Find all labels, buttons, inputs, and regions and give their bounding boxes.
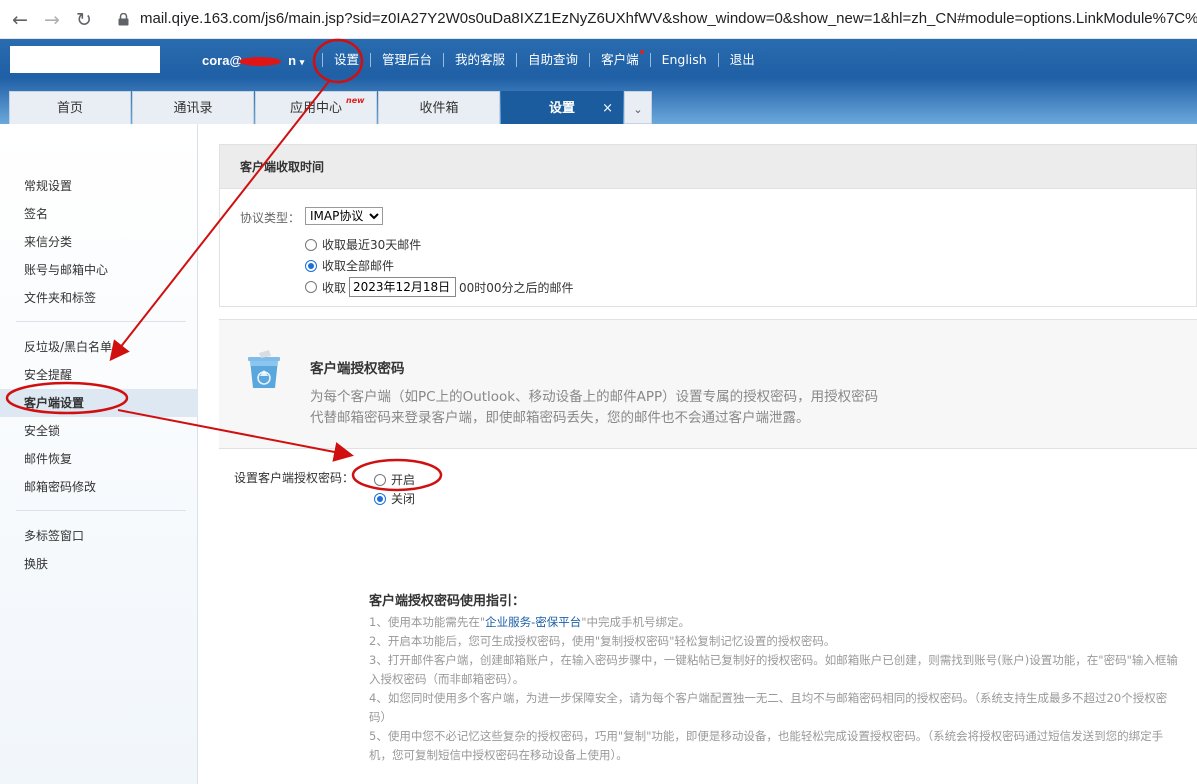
tab-home[interactable]: 首页 <box>9 91 131 124</box>
sidebar-item-security-lock[interactable]: 安全锁 <box>0 417 198 445</box>
reload-icon[interactable]: ↻ <box>72 8 96 32</box>
chevron-down-icon[interactable]: ⌄ <box>624 91 652 124</box>
tab-contacts[interactable]: 通讯录 <box>132 91 254 124</box>
guide-item: 2、开启本功能后，您可生成授权密码，使用"复制授权密码"轻松复制记忆设置的授权密… <box>369 634 836 648</box>
auth-setting-label: 设置客户端授权密码： <box>234 471 355 485</box>
auth-password-section: 客户端授权密码 为每个客户端（如PC上的Outlook、移动设备上的邮件APP）… <box>219 319 1197 449</box>
fetch-option-all[interactable]: 收取全部邮件 <box>305 257 394 274</box>
auth-description: 为每个客户端（如PC上的Outlook、移动设备上的邮件APP）设置专属的授权密… <box>310 389 879 426</box>
guide-item: 4、如您同时使用多个客户端，为进一步保障安全，请为每个客户端配置独一无二、且均不… <box>369 691 1168 724</box>
auth-option-off[interactable]: 关闭 <box>374 490 415 507</box>
divider <box>16 510 186 511</box>
fetch-section: 协议类型： IMAP协议 收取最近30天邮件 收取全部邮件 收取 2023年12月… <box>219 189 1197 307</box>
link-english[interactable]: English <box>649 53 718 67</box>
sidebar-item-client-settings[interactable]: 客户端设置 <box>0 389 198 417</box>
fetch-option-date[interactable]: 收取 2023年12月18日 00时00分之后的邮件 <box>305 277 574 297</box>
settings-sidebar: 常规设置 签名 来信分类 账号与邮箱中心 文件夹和标签 反垃圾/黑白名单 安全提… <box>0 124 198 784</box>
link-self-query[interactable]: 自助查询 <box>516 53 589 67</box>
back-icon[interactable]: ← <box>8 8 32 32</box>
redaction-mark <box>239 57 281 66</box>
divider <box>16 321 186 322</box>
sidebar-item-password[interactable]: 邮箱密码修改 <box>0 473 198 501</box>
guide-item: 5、使用中您不必记忆这些复杂的授权密码，巧用"复制"功能，即便是移动设备，也能轻… <box>369 729 1164 762</box>
protocol-label: 协议类型： <box>240 211 301 225</box>
sidebar-item-mail-recovery[interactable]: 邮件恢复 <box>0 445 198 473</box>
protocol-select[interactable]: IMAP协议 <box>305 207 383 225</box>
radio-date[interactable] <box>305 281 317 293</box>
recycle-bin-icon <box>248 350 280 388</box>
address-bar[interactable]: mail.qiye.163.com/js6/main.jsp?sid=z0IA2… <box>140 10 1197 27</box>
radio-on[interactable] <box>374 473 386 486</box>
tab-settings[interactable]: 设置 × <box>501 91 623 124</box>
tab-inbox[interactable]: 收件箱 <box>378 91 500 124</box>
settings-main: 客户端收取时间 协议类型： IMAP协议 收取最近30天邮件 收取全部邮件 收取… <box>219 144 1197 784</box>
notification-dot <box>639 50 644 54</box>
lock-icon <box>118 13 129 26</box>
sidebar-item-general[interactable]: 常规设置 <box>0 172 198 200</box>
sidebar-item-filters[interactable]: 来信分类 <box>0 228 198 256</box>
guide-title: 客户端授权密码使用指引： <box>369 594 526 609</box>
top-links: 设置 管理后台 我的客服 自助查询 客户端 English 退出 <box>322 50 766 67</box>
link-logout[interactable]: 退出 <box>717 53 766 67</box>
sidebar-item-signature[interactable]: 签名 <box>0 200 198 228</box>
mail-header: cora@ n ▾ 设置 管理后台 我的客服 自助查询 客户端 English 退… <box>0 39 1197 124</box>
radio-30days[interactable] <box>305 238 317 251</box>
link-settings[interactable]: 设置 <box>322 53 370 67</box>
sidebar-item-security-alert[interactable]: 安全提醒 <box>0 361 198 389</box>
sidebar-item-multitab[interactable]: 多标签窗口 <box>0 522 198 550</box>
sidebar-item-antispam[interactable]: 反垃圾/黑白名单 <box>0 333 198 361</box>
fetch-section-title: 客户端收取时间 <box>219 144 1197 189</box>
fetch-option-30days[interactable]: 收取最近30天邮件 <box>305 236 421 253</box>
logo <box>10 46 160 73</box>
browser-toolbar: ← → ↻ mail.qiye.163.com/js6/main.jsp?sid… <box>0 0 1197 39</box>
auth-title: 客户端授权密码 <box>310 361 405 377</box>
sidebar-item-skin[interactable]: 换肤 <box>0 550 198 578</box>
usage-guide: 客户端授权密码使用指引： 1、使用本功能需先在"企业服务-密保平台"中完成手机号… <box>369 590 1179 765</box>
tab-apps[interactable]: 应用中心 new <box>255 91 377 124</box>
close-icon[interactable]: × <box>602 92 613 125</box>
new-badge: new <box>346 96 365 105</box>
guide-item: 1、使用本功能需先在"企业服务-密保平台"中完成手机号绑定。 <box>369 615 691 629</box>
date-input[interactable]: 2023年12月18日 <box>349 277 457 297</box>
tab-bar: 首页 通讯录 应用中心 new 收件箱 设置 × ⌄ <box>9 91 652 124</box>
link-client[interactable]: 客户端 <box>589 50 650 67</box>
sidebar-item-accounts[interactable]: 账号与邮箱中心 <box>0 256 198 284</box>
radio-off[interactable] <box>374 492 386 505</box>
sidebar-item-folders[interactable]: 文件夹和标签 <box>0 284 198 312</box>
radio-all[interactable] <box>305 259 317 272</box>
guide-item: 3、打开邮件客户端，创建邮箱账户，在输入密码步骤中，一键粘帖已复制好的授权密码。… <box>369 653 1178 686</box>
forward-icon[interactable]: → <box>40 8 64 32</box>
auth-option-on[interactable]: 开启 <box>374 471 415 488</box>
security-platform-link[interactable]: 企业服务-密保平台 <box>485 615 581 629</box>
link-admin[interactable]: 管理后台 <box>370 53 443 67</box>
link-support[interactable]: 我的客服 <box>443 53 516 67</box>
